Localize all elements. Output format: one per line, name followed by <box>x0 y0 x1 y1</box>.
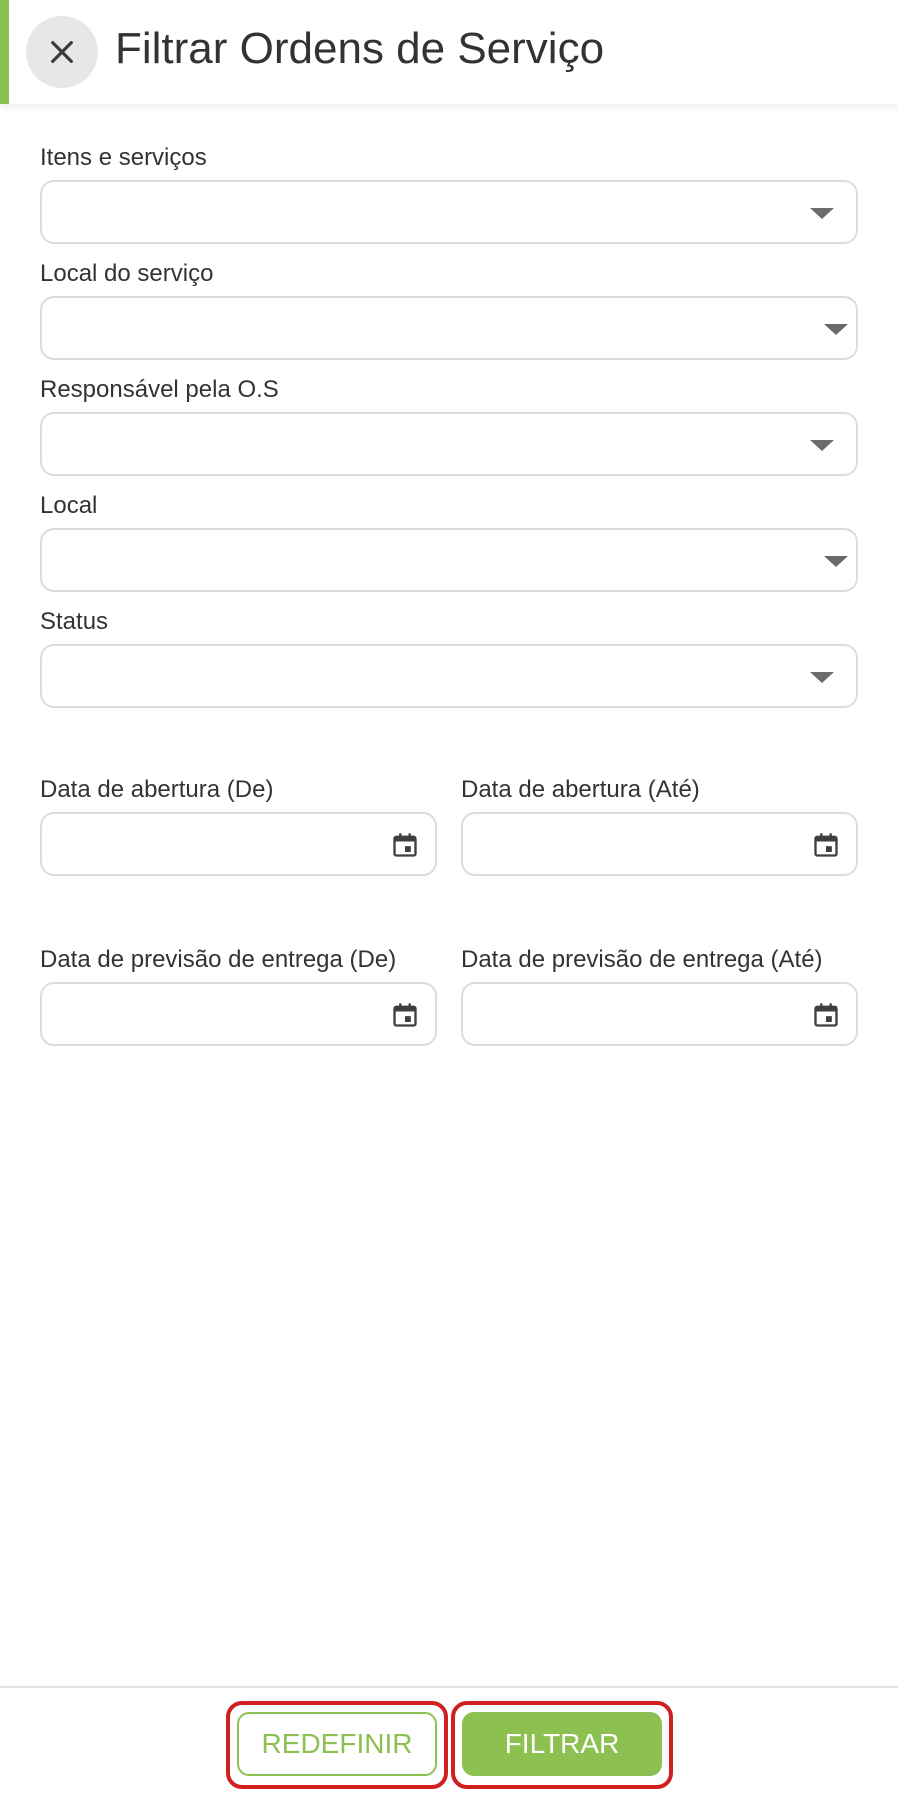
chevron-down-icon <box>810 440 834 451</box>
local-servico-select[interactable] <box>40 296 858 360</box>
header: Filtrar Ordens de Serviço <box>0 0 898 104</box>
previsao-ate-label: Data de previsão de entrega (Até) <box>461 946 823 973</box>
calendar-icon[interactable] <box>391 1000 419 1030</box>
filter-panel: Filtrar Ordens de Serviço Itens e serviç… <box>0 0 898 1800</box>
local-label: Local <box>40 492 98 519</box>
status-label: Status <box>40 608 109 635</box>
chevron-down-icon <box>810 208 834 219</box>
previsao-de-input[interactable] <box>40 982 437 1046</box>
chevron-down-icon <box>824 324 848 335</box>
reset-button[interactable]: REDEFINIR <box>237 1712 437 1776</box>
calendar-icon[interactable] <box>812 1000 840 1030</box>
responsavel-select[interactable] <box>40 412 858 476</box>
calendar-icon[interactable] <box>391 830 419 860</box>
itens-servicos-label: Itens e serviços <box>40 144 207 171</box>
chevron-down-icon <box>810 672 834 683</box>
chevron-down-icon <box>824 556 848 567</box>
status-select[interactable] <box>40 644 858 708</box>
close-icon <box>51 41 73 63</box>
local-select[interactable] <box>40 528 858 592</box>
close-button[interactable] <box>26 16 98 88</box>
abertura-ate-input[interactable] <box>461 812 858 876</box>
itens-servicos-select[interactable] <box>40 180 858 244</box>
abertura-ate-label: Data de abertura (Até) <box>461 776 700 803</box>
responsavel-label: Responsável pela O.S <box>40 376 279 403</box>
page-title: Filtrar Ordens de Serviço <box>115 24 605 73</box>
previsao-ate-input[interactable] <box>461 982 858 1046</box>
abertura-de-label: Data de abertura (De) <box>40 776 274 803</box>
accent-bar <box>0 0 9 104</box>
local-servico-label: Local do serviço <box>40 260 214 287</box>
filter-button[interactable]: FILTRAR <box>462 1712 662 1776</box>
previsao-de-label: Data de previsão de entrega (De) <box>40 946 397 973</box>
abertura-de-input[interactable] <box>40 812 437 876</box>
calendar-icon[interactable] <box>812 830 840 860</box>
footer-divider <box>0 1686 898 1688</box>
